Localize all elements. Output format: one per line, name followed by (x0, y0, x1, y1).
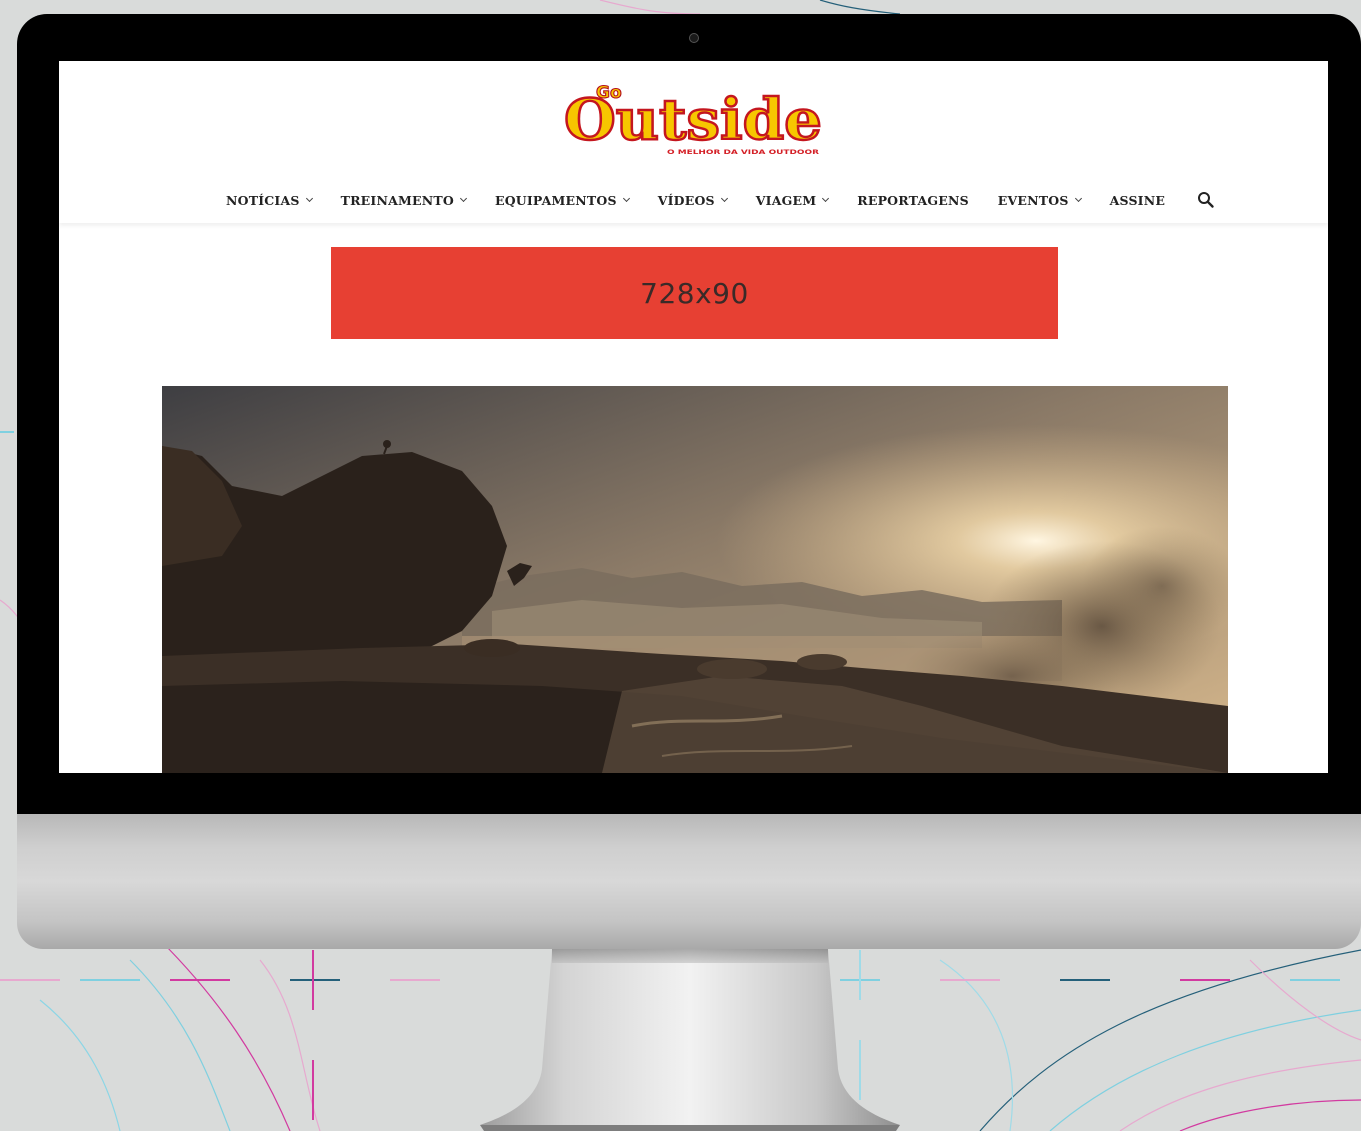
nav-item-treinamento[interactable]: TREINAMENTO (340, 192, 468, 208)
monitor-chin (17, 814, 1361, 949)
nav-label: VÍDEOS (657, 192, 715, 208)
nav-label: EQUIPAMENTOS (494, 192, 617, 208)
browser-screen: Go Outside O MELHOR DA VIDA OUTDOOR NOTÍ… (59, 61, 1328, 773)
chevron-down-icon (822, 194, 830, 203)
nav-item-eventos[interactable]: EVENTOS (997, 192, 1082, 208)
chevron-down-icon (305, 194, 313, 203)
nav-item-assine[interactable]: ASSINE (1110, 193, 1165, 208)
nav-label: ASSINE (1109, 192, 1166, 208)
nav-item-noticias[interactable]: NOTÍCIAS (226, 192, 313, 208)
chevron-down-icon (622, 194, 630, 203)
nav-item-videos[interactable]: VÍDEOS (657, 192, 728, 208)
chevron-down-icon (459, 194, 468, 203)
nav-label: VIAGEM (755, 192, 817, 208)
ad-banner[interactable]: 728x90 (331, 247, 1058, 339)
logo-outside: Outside (564, 87, 822, 153)
nav-label: NOTÍCIAS (226, 192, 300, 208)
search-icon[interactable] (1196, 190, 1216, 210)
ad-size-label: 728x90 (640, 276, 749, 310)
nav-item-viagem[interactable]: VIAGEM (755, 192, 830, 208)
chevron-down-icon (1074, 194, 1082, 203)
monitor-stand (480, 949, 900, 1131)
camera-dot (689, 33, 699, 43)
nav-item-reportagens[interactable]: REPORTAGENS (857, 193, 969, 208)
nav-label: REPORTAGENS (857, 192, 969, 208)
logo-tagline: O MELHOR DA VIDA OUTDOOR (667, 148, 819, 156)
site-header: Go Outside O MELHOR DA VIDA OUTDOOR NOTÍ… (59, 61, 1328, 223)
go-outside-logo[interactable]: Go Outside O MELHOR DA VIDA OUTDOOR (562, 67, 827, 159)
hero-image[interactable] (162, 386, 1228, 773)
main-nav: NOTÍCIAS TREINAMENTO EQUIPAMENTOS VÍDEOS… (226, 185, 1216, 215)
chevron-down-icon (720, 194, 728, 203)
nav-item-equipamentos[interactable]: EQUIPAMENTOS (494, 192, 630, 208)
nav-label: EVENTOS (997, 192, 1069, 208)
nav-label: TREINAMENTO (340, 192, 454, 208)
